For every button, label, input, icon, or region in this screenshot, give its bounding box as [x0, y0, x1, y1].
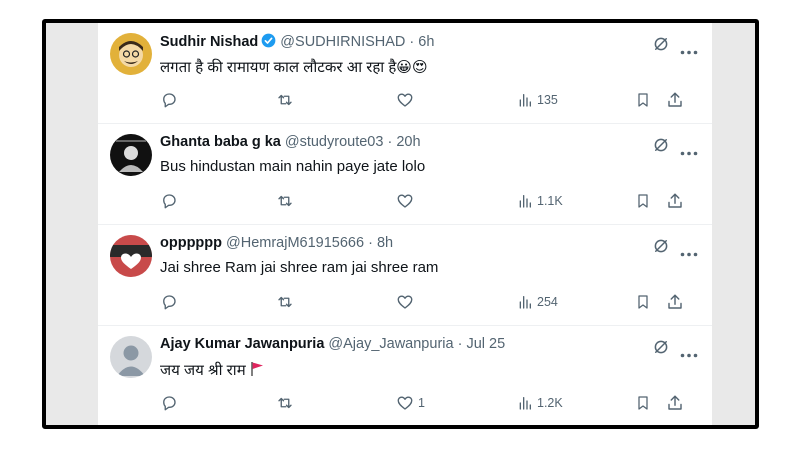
retweet-icon	[275, 293, 295, 311]
retweet-button[interactable]	[275, 89, 295, 111]
retweet-button[interactable]	[275, 291, 295, 313]
more-icon[interactable]	[680, 143, 698, 161]
views-button[interactable]: 135	[517, 89, 558, 111]
share-icon	[666, 394, 684, 412]
timestamp[interactable]: · 8h	[368, 235, 393, 251]
like-button[interactable]: 1	[396, 392, 425, 414]
tweet[interactable]: Ajay Kumar Jawanpuria @Ajay_Jawanpuria · …	[98, 326, 712, 425]
like-button[interactable]	[396, 89, 418, 111]
tweet-text-body: जय जय श्री राम	[160, 362, 246, 379]
tweet[interactable]: opppppp @HemrajM61915666 · 8h Jai shree R…	[98, 225, 712, 326]
bookmark-button[interactable]	[635, 190, 651, 212]
like-icon	[396, 293, 414, 311]
grok-icon[interactable]	[652, 136, 670, 159]
share-button[interactable]	[666, 190, 684, 212]
author-name[interactable]: Sudhir Nishad	[160, 34, 258, 50]
reply-button[interactable]	[160, 190, 178, 212]
views-icon	[517, 395, 533, 411]
reply-button[interactable]	[160, 291, 178, 313]
view-count: 1.2K	[537, 396, 563, 410]
tweet[interactable]: Ghanta baba g ka @studyroute03 · 20h Bus …	[98, 124, 712, 225]
tweet-header: Sudhir Nishad @SUDHIRNISHAD · 6h	[160, 33, 434, 52]
reply-icon	[160, 293, 178, 311]
tweet[interactable]: Sudhir Nishad @SUDHIRNISHAD · 6h लगता है …	[98, 23, 712, 124]
bookmark-button[interactable]	[635, 89, 651, 111]
author-name[interactable]: Ghanta baba g ka	[160, 134, 281, 150]
views-button[interactable]: 254	[517, 291, 558, 313]
like-icon	[396, 192, 414, 210]
view-count: 1.1K	[537, 194, 563, 208]
reply-button[interactable]	[160, 392, 178, 414]
bookmark-icon	[635, 394, 651, 412]
like-count: 1	[418, 396, 425, 410]
author-name[interactable]: opppppp	[160, 235, 222, 251]
views-icon	[517, 294, 533, 310]
like-button[interactable]	[396, 291, 418, 313]
avatar[interactable]	[110, 235, 152, 277]
share-button[interactable]	[666, 392, 684, 414]
tweet-header: opppppp @HemrajM61915666 · 8h	[160, 235, 393, 251]
author-name[interactable]: Ajay Kumar Jawanpuria	[160, 336, 324, 352]
bookmark-icon	[635, 192, 651, 210]
avatar[interactable]	[110, 336, 152, 378]
more-icon[interactable]	[680, 345, 698, 363]
views-button[interactable]: 1.1K	[517, 190, 563, 212]
like-icon	[396, 91, 414, 109]
reply-icon	[160, 192, 178, 210]
retweet-icon	[275, 91, 295, 109]
grok-icon[interactable]	[652, 338, 670, 361]
reply-button[interactable]	[160, 89, 178, 111]
retweet-button[interactable]	[275, 190, 295, 212]
tweet-text: जय जय श्री राम	[160, 360, 264, 381]
tweet-header: Ajay Kumar Jawanpuria @Ajay_Jawanpuria · …	[160, 336, 505, 352]
author-handle[interactable]: @Ajay_Jawanpuria	[328, 336, 453, 352]
views-icon	[517, 193, 533, 209]
verified-badge-icon	[261, 33, 276, 52]
tweet-text: Jai shree Ram jai shree ram jai shree ra…	[160, 259, 439, 276]
view-count: 254	[537, 295, 558, 309]
grok-icon[interactable]	[652, 35, 670, 58]
like-button[interactable]	[396, 190, 418, 212]
timestamp[interactable]: · 20h	[387, 134, 420, 150]
retweet-icon	[275, 394, 295, 412]
share-button[interactable]	[666, 291, 684, 313]
share-button[interactable]	[666, 89, 684, 111]
share-icon	[666, 192, 684, 210]
bookmark-icon	[635, 91, 651, 109]
timestamp[interactable]: · Jul 25	[458, 336, 506, 352]
views-button[interactable]: 1.2K	[517, 392, 563, 414]
share-icon	[666, 91, 684, 109]
more-icon[interactable]	[680, 42, 698, 60]
tweet-header: Ghanta baba g ka @studyroute03 · 20h	[160, 134, 421, 150]
tweet-text: Bus hindustan main nahin paye jate lolo	[160, 158, 426, 175]
share-icon	[666, 293, 684, 311]
author-handle[interactable]: @SUDHIRNISHAD	[280, 34, 405, 50]
reply-icon	[160, 394, 178, 412]
tweet-text: लगता है की रामायण काल लौटकर आ रहा है😀😍	[160, 59, 428, 76]
reply-icon	[160, 91, 178, 109]
retweet-icon	[275, 192, 295, 210]
avatar[interactable]	[110, 134, 152, 176]
view-count: 135	[537, 93, 558, 107]
timestamp[interactable]: · 6h	[409, 34, 434, 50]
author-handle[interactable]: @studyroute03	[285, 134, 384, 150]
screenshot-frame: Sudhir Nishad @SUDHIRNISHAD · 6h लगता है …	[42, 19, 759, 429]
bookmark-icon	[635, 293, 651, 311]
views-icon	[517, 92, 533, 108]
bookmark-button[interactable]	[635, 291, 651, 313]
grok-icon[interactable]	[652, 237, 670, 260]
replies-feed: Sudhir Nishad @SUDHIRNISHAD · 6h लगता है …	[98, 23, 712, 425]
red-flag-emoji-icon	[250, 361, 264, 381]
more-icon[interactable]	[680, 244, 698, 262]
bookmark-button[interactable]	[635, 392, 651, 414]
retweet-button[interactable]	[275, 392, 295, 414]
avatar[interactable]	[110, 33, 152, 75]
like-icon	[396, 394, 414, 412]
author-handle[interactable]: @HemrajM61915666	[226, 235, 364, 251]
